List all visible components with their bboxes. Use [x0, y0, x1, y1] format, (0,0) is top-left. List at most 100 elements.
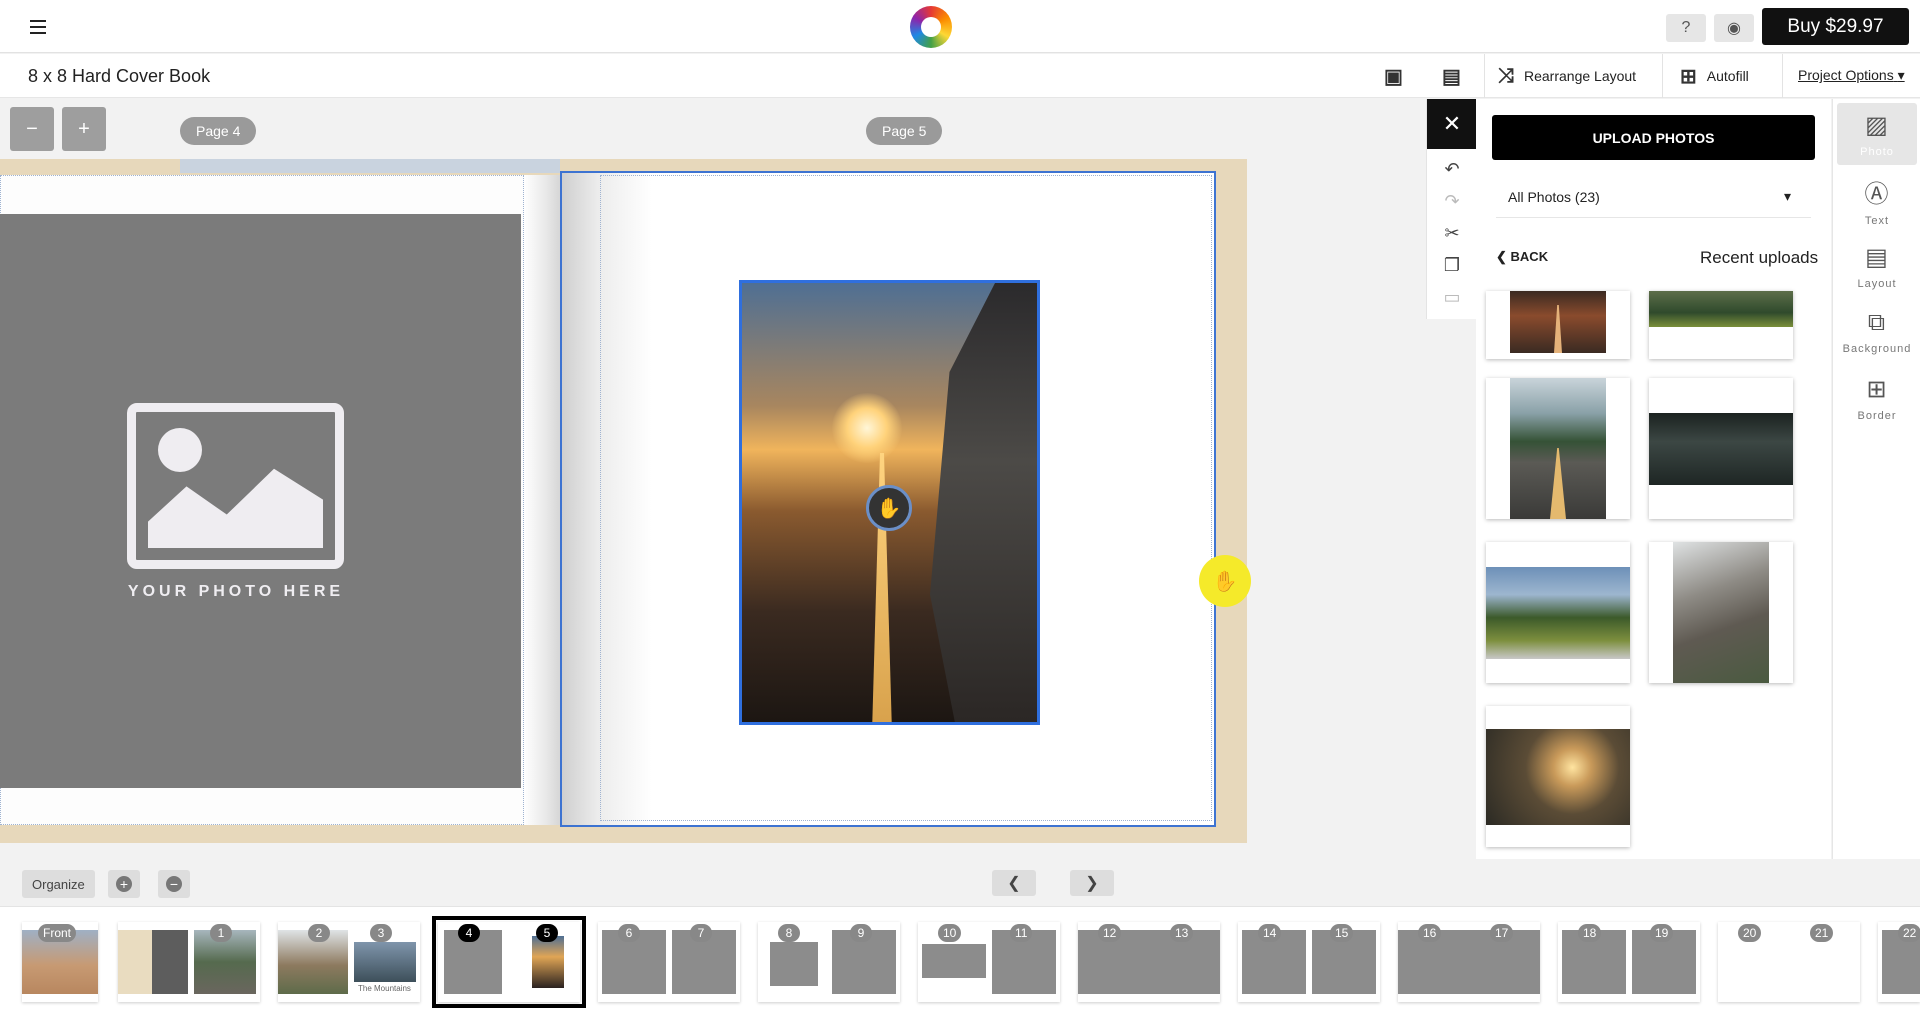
project-options-dropdown[interactable]: Project Options ▾: [1798, 67, 1905, 84]
add-page-icon[interactable]: +: [108, 870, 140, 898]
remove-page-icon[interactable]: −: [158, 870, 190, 898]
page-badge: 15: [1330, 924, 1354, 942]
close-icon[interactable]: ✕: [1427, 99, 1477, 149]
rearrange-layout-button[interactable]: ⤨ Rearrange Layout: [1498, 62, 1636, 90]
photo-thumb-mountain-meadow[interactable]: [1649, 291, 1793, 359]
filmstrip-spread-6[interactable]: 6 7: [598, 922, 740, 1002]
filmstrip-spread-16[interactable]: 16 17: [1398, 922, 1540, 1002]
tab-background[interactable]: ⧉ Background: [1837, 301, 1917, 363]
undo-icon[interactable]: ↶: [1427, 153, 1477, 185]
filmstrip-spread-20[interactable]: 20 21: [1718, 922, 1860, 1002]
page-badge: 1: [210, 924, 232, 942]
tab-layout[interactable]: ▤ Layout: [1837, 235, 1917, 297]
help-icon[interactable]: ?: [1666, 14, 1706, 42]
text-icon: Ⓐ: [1864, 180, 1890, 208]
border-icon: ⊞: [1866, 375, 1888, 403]
image-placeholder-icon: [127, 403, 344, 569]
hamburger-menu-icon[interactable]: [28, 17, 52, 37]
project-title: 8 x 8 Hard Cover Book: [28, 66, 211, 86]
page-badge: 2: [308, 924, 330, 942]
buy-button[interactable]: Buy $29.97: [1762, 8, 1909, 45]
front-badge: Front: [38, 924, 77, 942]
autofill-button[interactable]: ⊞ Autofill: [1680, 62, 1749, 90]
zoom-out-icon[interactable]: −: [10, 107, 54, 151]
tab-text-label: Text: [1864, 214, 1890, 227]
paste-icon[interactable]: ▭: [1427, 281, 1477, 313]
page-badge: 12: [1098, 924, 1122, 942]
preview-eye-icon[interactable]: ◉: [1714, 14, 1754, 42]
filmstrip-spread-14[interactable]: 14 15: [1238, 922, 1380, 1002]
filmstrip-front-cover[interactable]: Front: [22, 922, 98, 1002]
app-logo: [910, 6, 952, 48]
filmstrip: Front 1 The Mountains 2 3 4 5 6 7 8 9 10…: [0, 907, 1920, 1028]
filmstrip-spread-10[interactable]: 10 11: [918, 922, 1060, 1002]
project-options-label: Project Options: [1798, 67, 1894, 83]
photo-thumb-valley-dark[interactable]: [1649, 378, 1793, 519]
tab-border[interactable]: ⊞ Border: [1837, 367, 1917, 429]
add-text-icon[interactable]: ▤: [1442, 62, 1461, 90]
filmstrip-spread-12[interactable]: 12 13: [1078, 922, 1220, 1002]
scissors-icon[interactable]: ✂: [1427, 217, 1477, 249]
rearrange-layout-label: Rearrange Layout: [1524, 68, 1637, 84]
photo-thumb-person-on-car[interactable]: [1486, 542, 1630, 683]
tab-photo-label: Photo: [1860, 145, 1894, 158]
album-select[interactable]: All Photos (23) ▾: [1496, 176, 1811, 218]
prev-page-icon[interactable]: ❮: [992, 870, 1036, 896]
caret-down-icon: ▾: [1897, 67, 1905, 83]
placeholder-text: YOUR PHOTO HERE: [127, 583, 345, 600]
tab-photo[interactable]: ▨ Photo: [1837, 103, 1917, 165]
filmstrip-spread-8[interactable]: 8 9: [758, 922, 900, 1002]
photo-icon: ▨: [1865, 111, 1889, 139]
filmstrip-spread-2[interactable]: The Mountains 2 3: [278, 922, 420, 1002]
background-icon: ⧉: [1867, 309, 1887, 336]
cursor-hand-icon: ✋: [1199, 555, 1251, 607]
edit-toolbar: ✕ ↶ ↷ ✂ ❐ ▭: [1426, 99, 1477, 319]
next-page-icon[interactable]: ❯: [1070, 870, 1114, 896]
photo-thumb-rock-cliff[interactable]: [1649, 542, 1793, 683]
top-bar: ? ◉ Buy $29.97: [0, 0, 1920, 53]
thumb-caption: The Mountains: [358, 984, 411, 993]
page-badge: 13: [1170, 924, 1194, 942]
organize-button[interactable]: Organize: [22, 870, 95, 898]
layout-icon: ▤: [1865, 243, 1889, 271]
copy-icon[interactable]: ❐: [1427, 249, 1477, 281]
page-badge: 11: [1010, 924, 1033, 942]
autofill-label: Autofill: [1706, 68, 1749, 84]
recent-uploads-label: Recent uploads: [1700, 248, 1819, 267]
redo-icon[interactable]: ↷: [1427, 185, 1477, 217]
page-badge: 7: [690, 924, 712, 942]
tab-border-label: Border: [1857, 409, 1897, 422]
filmstrip-spread-4-selected[interactable]: 4 5: [432, 916, 586, 1008]
page-badge: 14: [1258, 924, 1282, 942]
upload-photos-button[interactable]: UPLOAD PHOTOS: [1492, 115, 1815, 160]
page-badge: 16: [1418, 924, 1442, 942]
zoom-in-icon[interactable]: +: [62, 107, 106, 151]
photo-thumb-road-forest[interactable]: [1486, 378, 1630, 519]
add-photo-icon[interactable]: ▣: [1384, 62, 1403, 90]
filmstrip-spread-1[interactable]: 1: [118, 922, 260, 1002]
page-gutter: [524, 175, 560, 825]
filmstrip-spread-22[interactable]: 22: [1878, 922, 1920, 1002]
drag-hand-icon[interactable]: ✋: [866, 485, 912, 531]
page-badge: 8: [778, 924, 800, 942]
tab-background-label: Background: [1842, 343, 1912, 355]
photo-thumb-road-desert[interactable]: [1486, 291, 1630, 359]
page-badge: 5: [536, 924, 558, 942]
album-select-value: All Photos (23): [1508, 188, 1600, 205]
tab-text[interactable]: Ⓐ Text: [1837, 169, 1917, 231]
back-label: BACK: [1510, 249, 1549, 264]
page-badge: 4: [458, 924, 480, 942]
filmstrip-spread-18[interactable]: 18 19: [1558, 922, 1700, 1002]
caret-down-icon: ▾: [1783, 188, 1791, 204]
page-badge: 9: [850, 924, 872, 942]
editor-canvas: − + Page 4 Page 5 YOUR PHOTO HERE ✋ ✋: [0, 99, 1476, 859]
back-button[interactable]: ❮ BACK: [1496, 249, 1548, 265]
project-toolbar: 8 x 8 Hard Cover Book ▣ ▤ ⤨ Rearrange La…: [0, 54, 1920, 98]
page-badge: 17: [1490, 924, 1514, 942]
page-badge: 6: [618, 924, 640, 942]
page-badge: 19: [1650, 924, 1674, 942]
photo-thumb-sunset-lake[interactable]: [1486, 706, 1630, 847]
page-nav-bar: Organize + − ❮ ❯: [0, 859, 1920, 907]
shuffle-icon: ⤨: [1498, 64, 1514, 87]
page-badge: 20: [1738, 924, 1762, 942]
